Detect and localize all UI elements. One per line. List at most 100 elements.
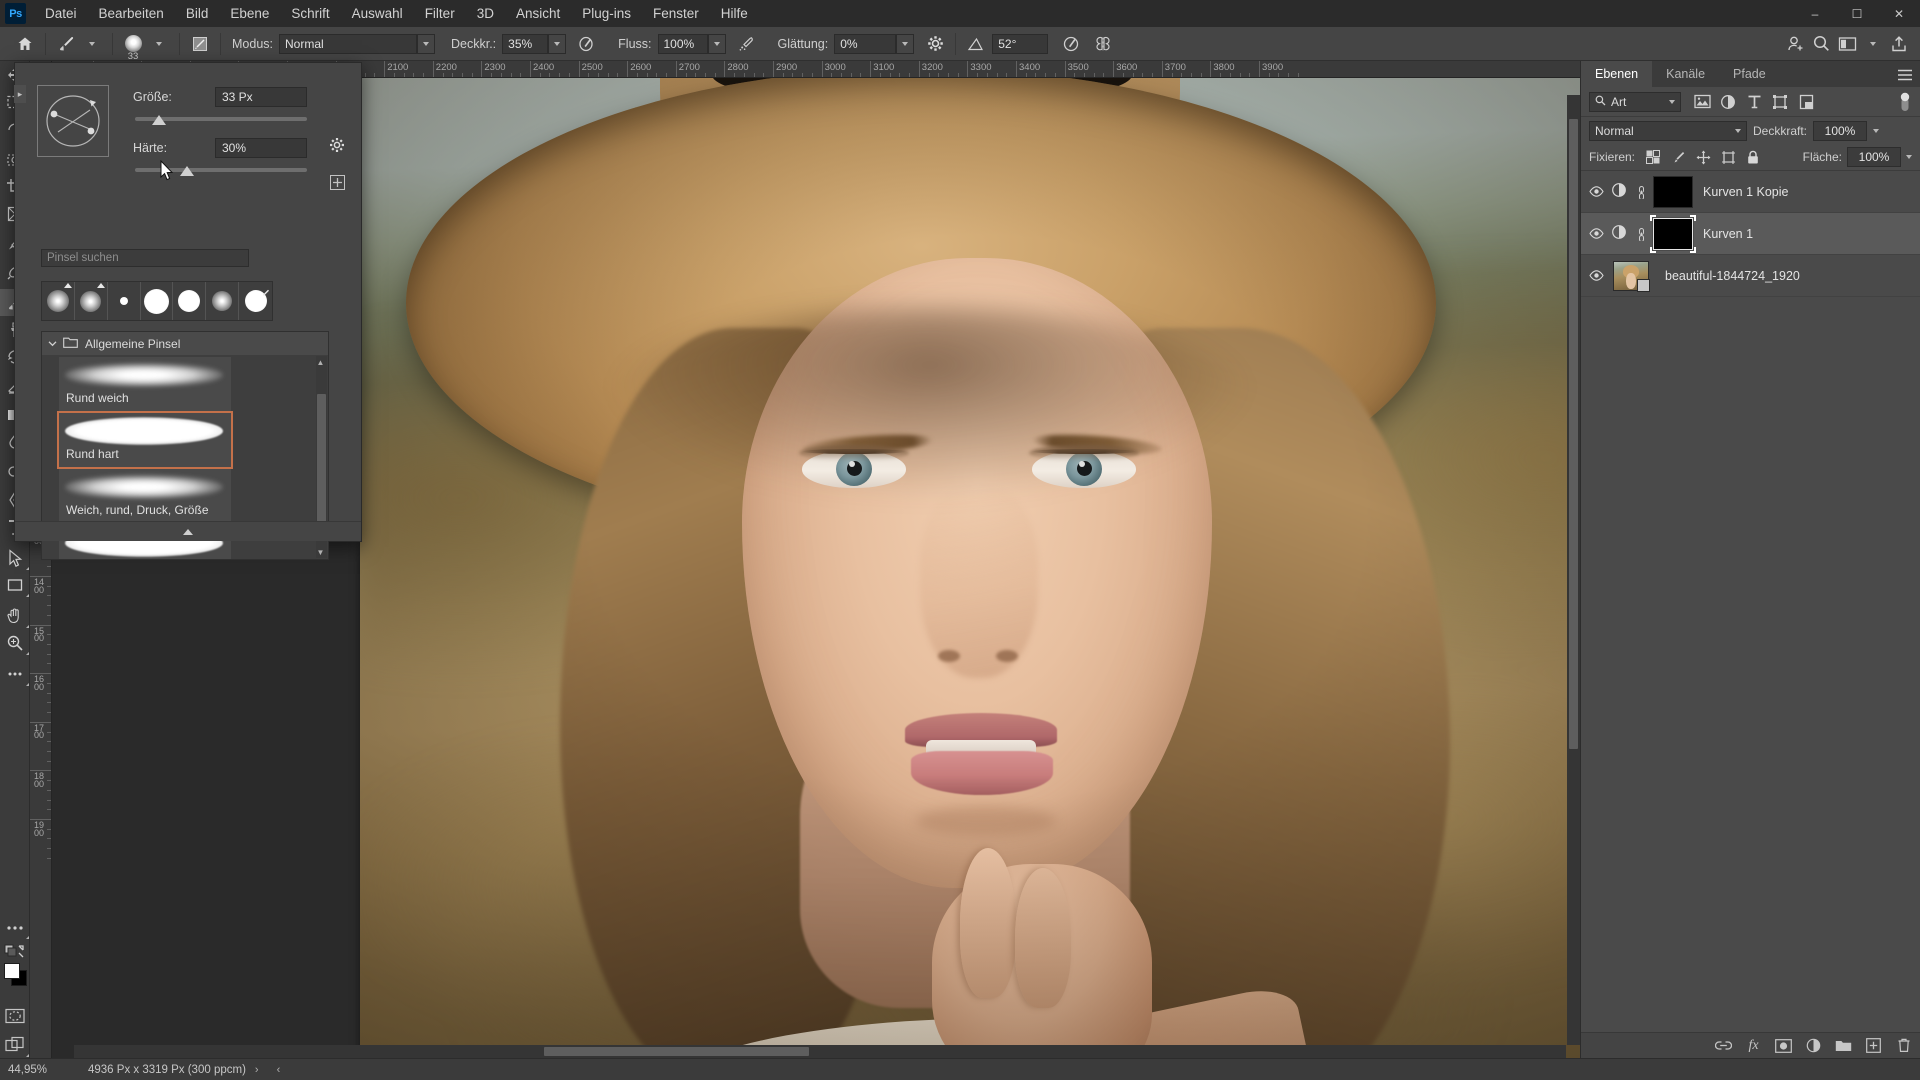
workspace-chevron-icon[interactable] bbox=[1860, 31, 1886, 57]
smoothing-input[interactable]: 0% bbox=[834, 33, 915, 54]
new-brush-preset-icon[interactable] bbox=[330, 175, 345, 190]
new-layer-icon[interactable] bbox=[1865, 1037, 1882, 1054]
filter-smart-object-icon[interactable] bbox=[1793, 91, 1819, 113]
maximize-button[interactable]: ☐ bbox=[1836, 0, 1878, 27]
horizontal-scrollbar[interactable] bbox=[74, 1045, 1566, 1058]
zoom-tool-icon[interactable] bbox=[0, 629, 30, 656]
layer-blend-mode-select[interactable]: Normal bbox=[1589, 120, 1747, 141]
shape-tool-icon[interactable] bbox=[0, 571, 30, 598]
layer-mask-thumbnail[interactable] bbox=[1653, 175, 1693, 208]
menu-item-bearbeiten[interactable]: Bearbeiten bbox=[88, 0, 175, 27]
pressure-opacity-icon[interactable] bbox=[574, 31, 600, 57]
panel-tab-ebenen[interactable]: Ebenen bbox=[1581, 61, 1653, 87]
filter-toggle-icon[interactable] bbox=[1898, 91, 1912, 113]
mask-link-icon[interactable] bbox=[1634, 182, 1648, 202]
menu-item-hilfe[interactable]: Hilfe bbox=[710, 0, 759, 27]
opacity-input[interactable]: 35% bbox=[502, 33, 567, 54]
layer-filter-kind-select[interactable]: Art bbox=[1589, 91, 1681, 112]
filter-type-icon[interactable] bbox=[1741, 91, 1767, 113]
brush-preset-item[interactable]: Rund weich bbox=[59, 357, 231, 411]
brush-preset-picker-popup[interactable]: ▸ Größe: 33 Px Härte: 30% Pinsel suchen … bbox=[14, 62, 362, 560]
brush-tip-1[interactable] bbox=[42, 282, 75, 320]
layer-thumbnail[interactable] bbox=[1613, 260, 1650, 292]
brush-tip-3[interactable] bbox=[108, 282, 141, 320]
brush-tip-4[interactable] bbox=[141, 282, 174, 320]
menu-item-datei[interactable]: Datei bbox=[34, 0, 88, 27]
lock-all-icon[interactable] bbox=[1743, 147, 1763, 167]
layer-row[interactable]: Kurven 1 bbox=[1581, 213, 1920, 255]
brush-angle-value[interactable]: 52° bbox=[992, 33, 1049, 54]
brush-hardness-slider[interactable] bbox=[135, 168, 307, 172]
brush-preset-item[interactable]: Weich, rund, Druck, Größe bbox=[59, 469, 231, 523]
export-icon[interactable] bbox=[1886, 31, 1912, 57]
vertical-scrollbar[interactable] bbox=[1567, 95, 1580, 1045]
brush-hardness-value[interactable]: 30% bbox=[215, 138, 307, 158]
brush-list-scroll-thumb[interactable] bbox=[317, 394, 326, 524]
home-icon[interactable] bbox=[12, 31, 38, 57]
brush-preset-chevron-icon[interactable] bbox=[146, 31, 172, 57]
brush-tip-2[interactable] bbox=[75, 282, 108, 320]
brush-angle-icon[interactable] bbox=[963, 31, 989, 57]
symmetry-butterfly-icon[interactable] bbox=[1090, 31, 1116, 57]
filter-shape-icon[interactable] bbox=[1767, 91, 1793, 113]
layer-visibility-eye-icon[interactable] bbox=[1581, 171, 1611, 213]
brush-tip-5[interactable] bbox=[173, 282, 207, 320]
status-prev-arrow[interactable]: ‹ bbox=[268, 1064, 290, 1076]
layer-fill-chevron-icon[interactable] bbox=[1906, 155, 1912, 159]
new-adjustment-layer-icon[interactable] bbox=[1805, 1037, 1822, 1054]
quick-mask-icon[interactable] bbox=[0, 1002, 30, 1030]
opacity-chevron-icon[interactable] bbox=[548, 33, 567, 54]
brush-preset-settings-icon[interactable] bbox=[329, 137, 345, 153]
lock-position-icon[interactable] bbox=[1693, 147, 1713, 167]
more-tools-icon[interactable] bbox=[0, 916, 30, 940]
mask-link-icon[interactable] bbox=[1634, 224, 1648, 244]
brush-tool-icon[interactable] bbox=[53, 31, 79, 57]
menu-item-ansicht[interactable]: Ansicht bbox=[505, 0, 571, 27]
flow-input[interactable]: 100% bbox=[657, 33, 726, 54]
vertical-scrollbar-thumb[interactable] bbox=[1569, 119, 1578, 749]
horizontal-scrollbar-thumb[interactable] bbox=[544, 1047, 809, 1056]
screen-mode-icon[interactable] bbox=[0, 1030, 30, 1058]
smoothing-options-icon[interactable] bbox=[922, 31, 948, 57]
brush-preset-item[interactable]: Rund hart bbox=[57, 411, 233, 469]
edit-toolbar-icon[interactable] bbox=[0, 660, 30, 687]
brush-group-header[interactable]: Allgemeine Pinsel bbox=[42, 332, 328, 355]
panel-tab-kan-le[interactable]: Kanäle bbox=[1652, 61, 1720, 87]
brush-tip-6[interactable] bbox=[206, 282, 240, 320]
brush-hardness-slider-knob[interactable] bbox=[179, 166, 194, 176]
close-button[interactable]: ✕ bbox=[1878, 0, 1920, 27]
brush-tip-7[interactable] bbox=[239, 282, 272, 320]
panel-menu-icon[interactable] bbox=[1898, 68, 1912, 81]
brush-tool-chevron-icon[interactable] bbox=[79, 31, 105, 57]
blend-mode-chevron-icon[interactable] bbox=[417, 33, 435, 54]
workspace-layout-icon[interactable] bbox=[1834, 31, 1860, 57]
chevron-down-icon[interactable] bbox=[48, 337, 57, 351]
panel-tab-pfade[interactable]: Pfade bbox=[1719, 61, 1780, 87]
color-swatches[interactable] bbox=[0, 962, 30, 1002]
blend-mode-select[interactable]: Normal bbox=[279, 33, 435, 54]
layer-row[interactable]: beautiful-1844724_1920 bbox=[1581, 255, 1920, 297]
brush-size-value[interactable]: 33 Px bbox=[215, 87, 307, 107]
brush-size-slider-knob[interactable] bbox=[152, 115, 167, 125]
brush-popup-resize-handle[interactable] bbox=[15, 521, 361, 541]
status-next-arrow[interactable]: › bbox=[246, 1064, 268, 1076]
search-icon[interactable] bbox=[1808, 31, 1834, 57]
share-workspace-icon[interactable] bbox=[1782, 31, 1808, 57]
zoom-level[interactable]: 44,95% bbox=[0, 1064, 66, 1076]
menu-item-bild[interactable]: Bild bbox=[175, 0, 220, 27]
menu-item-auswahl[interactable]: Auswahl bbox=[341, 0, 414, 27]
document-info[interactable]: 4936 Px x 3319 Px (300 ppcm) bbox=[66, 1064, 246, 1076]
adjustment-layer-icon[interactable] bbox=[1611, 182, 1631, 202]
menu-item-3d[interactable]: 3D bbox=[466, 0, 505, 27]
path-select-tool-icon[interactable] bbox=[0, 544, 30, 571]
add-mask-icon[interactable] bbox=[1775, 1037, 1792, 1054]
menu-item-plug-ins[interactable]: Plug-ins bbox=[571, 0, 642, 27]
filter-adjustment-icon[interactable] bbox=[1715, 91, 1741, 113]
document-image[interactable] bbox=[360, 78, 1580, 1058]
layer-row[interactable]: Kurven 1 Kopie bbox=[1581, 171, 1920, 213]
pressure-size-icon[interactable] bbox=[1058, 31, 1084, 57]
menu-item-filter[interactable]: Filter bbox=[414, 0, 466, 27]
brush-tip-preview[interactable] bbox=[37, 85, 109, 157]
layer-visibility-eye-icon[interactable] bbox=[1581, 255, 1611, 297]
menu-item-fenster[interactable]: Fenster bbox=[642, 0, 710, 27]
